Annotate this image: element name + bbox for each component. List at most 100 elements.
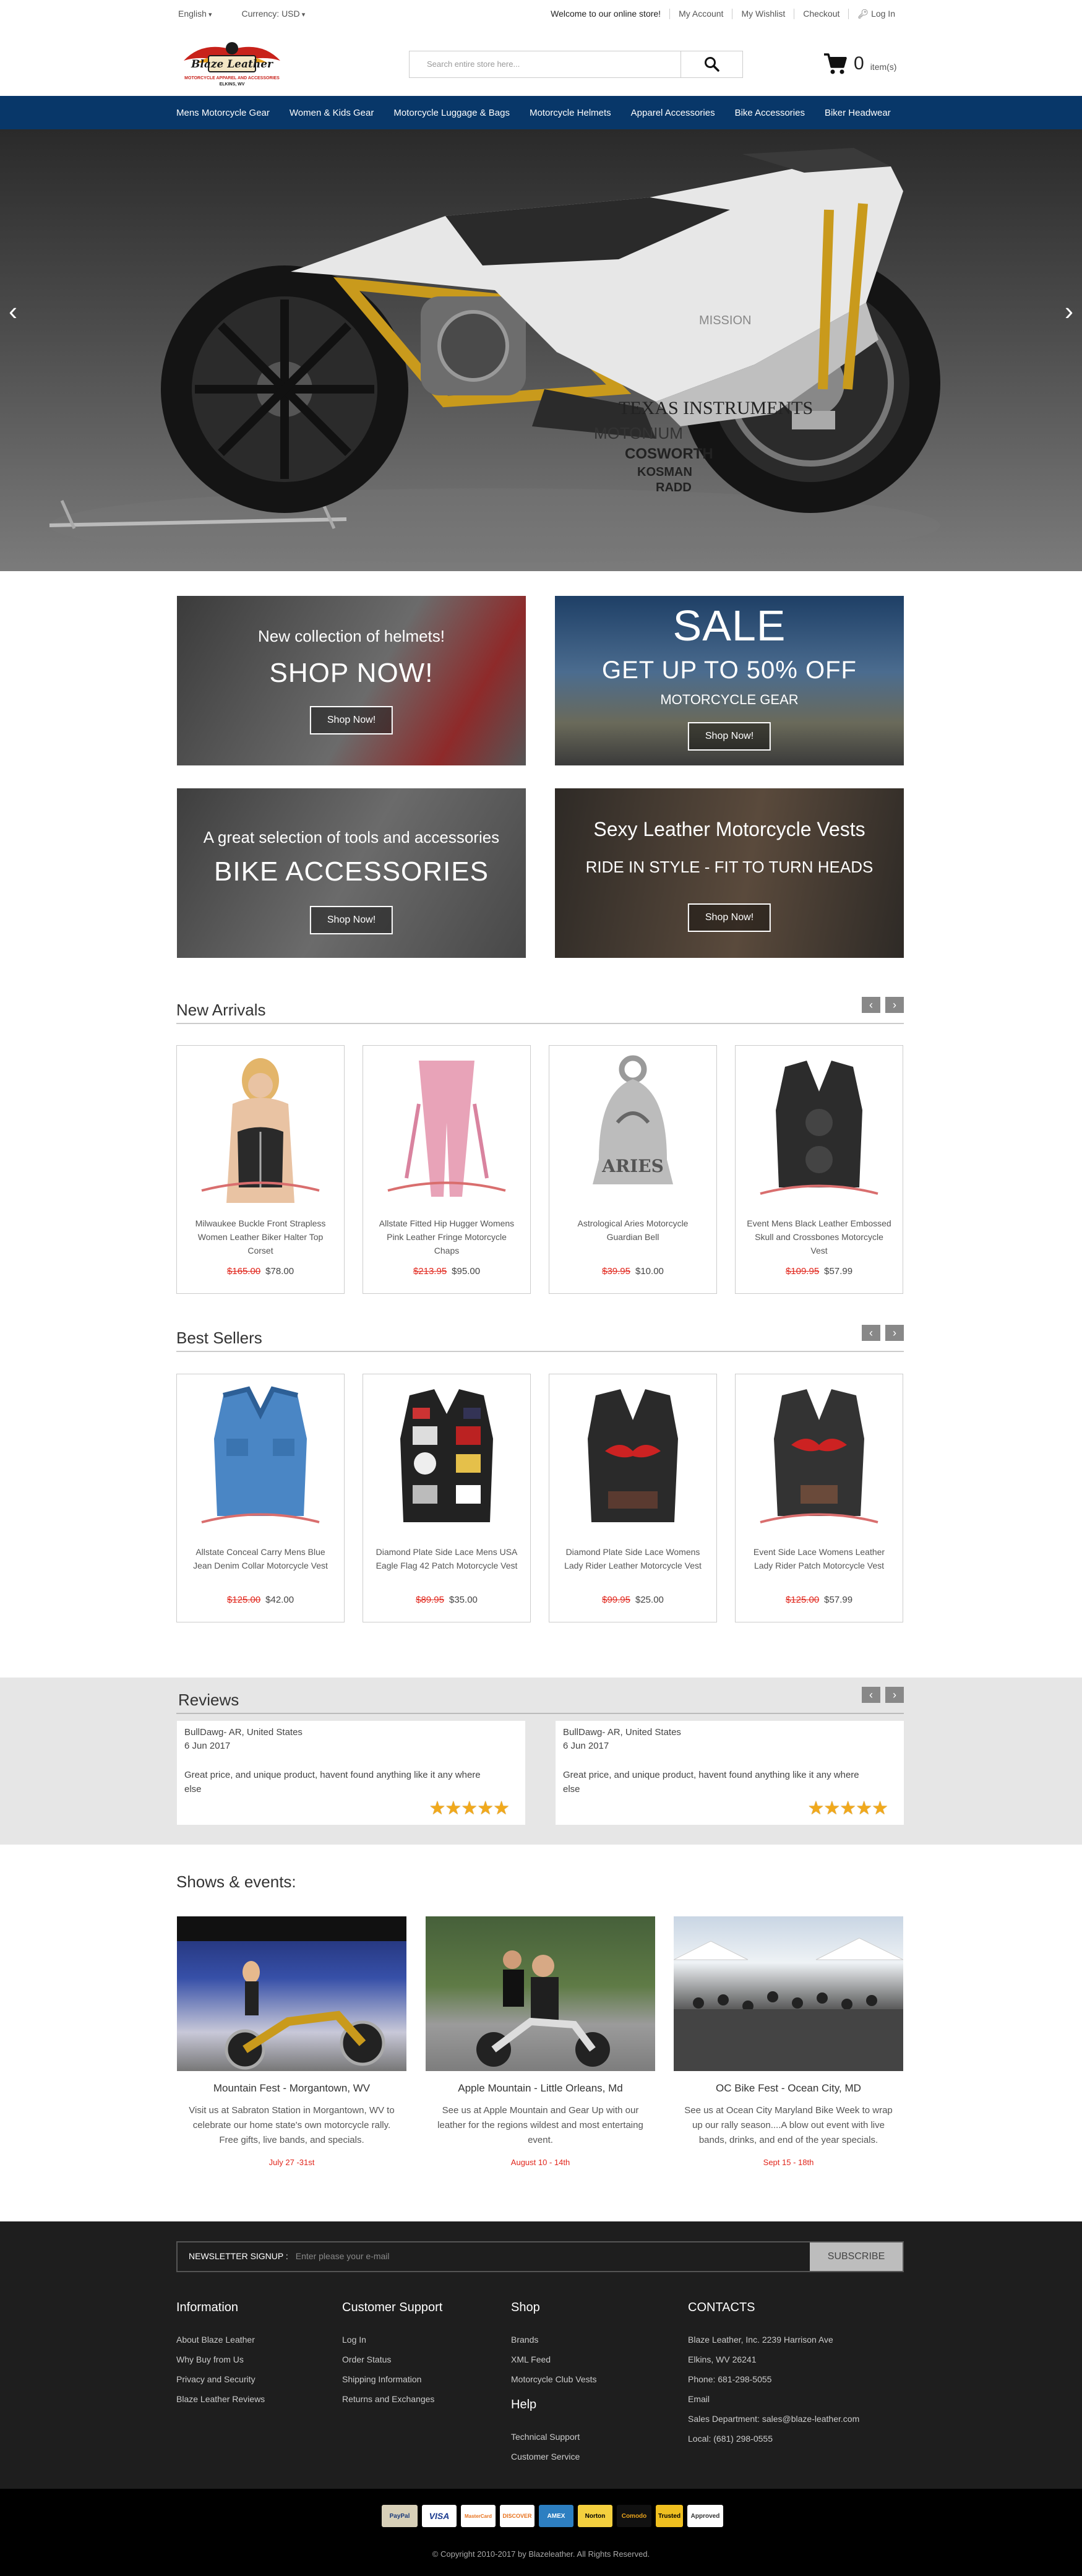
cart-icon xyxy=(824,53,847,74)
bell-text: ARIES xyxy=(601,1156,664,1176)
product-name[interactable]: Allstate Fitted Hip Hugger Womens Pink L… xyxy=(373,1217,520,1257)
product-price: $99.95 $25.00 xyxy=(549,1595,716,1605)
product-image[interactable] xyxy=(376,1383,518,1531)
footer-link-returns[interactable]: Returns and Exchanges xyxy=(342,2389,442,2409)
product-image[interactable] xyxy=(189,1054,332,1203)
currency-selector[interactable]: Currency: USD xyxy=(242,9,306,19)
product-card[interactable]: ARIES Astrological Aries Motorcycle Guar… xyxy=(549,1045,717,1294)
product-old-price: $109.95 xyxy=(785,1266,820,1277)
product-image[interactable] xyxy=(562,1383,704,1531)
nav-mens-gear[interactable]: Mens Motorcycle Gear xyxy=(176,108,270,118)
subscribe-button[interactable]: SUBSCRIBE xyxy=(810,2242,903,2271)
product-old-price: $89.95 xyxy=(416,1595,444,1605)
product-image[interactable]: ARIES xyxy=(562,1054,704,1203)
nav-luggage-bags[interactable]: Motorcycle Luggage & Bags xyxy=(393,108,510,118)
search-button[interactable] xyxy=(681,51,742,77)
chevron-right-icon[interactable]: › xyxy=(885,997,904,1013)
event-photo[interactable] xyxy=(674,1916,903,2071)
nav-women-kids[interactable]: Women & Kids Gear xyxy=(290,108,374,118)
my-account-link[interactable]: My Account xyxy=(669,9,732,19)
footer-link-tech-support[interactable]: Technical Support xyxy=(511,2427,597,2447)
event-description: See us at Apple Mountain and Gear Up wit… xyxy=(437,2105,643,2145)
contact-sales-email[interactable]: Sales Department: sales@blaze-leather.co… xyxy=(688,2409,859,2429)
footer-contacts: CONTACTS Blaze Leather, Inc. 2239 Harris… xyxy=(688,2301,859,2449)
footer-link-about[interactable]: About Blaze Leather xyxy=(176,2330,265,2350)
nav-biker-headwear[interactable]: Biker Headwear xyxy=(825,108,891,118)
review-date: 6 Jun 2017 xyxy=(563,1741,609,1751)
footer-link-why-buy[interactable]: Why Buy from Us xyxy=(176,2350,265,2369)
language-selector[interactable]: English xyxy=(178,9,212,19)
product-new-price: $57.99 xyxy=(824,1595,853,1605)
product-card[interactable]: Allstate Fitted Hip Hugger Womens Pink L… xyxy=(363,1045,531,1294)
product-price: $125.00 $57.99 xyxy=(736,1595,903,1605)
product-card[interactable]: Allstate Conceal Carry Mens Blue Jean De… xyxy=(176,1374,345,1622)
checkout-link[interactable]: Checkout xyxy=(794,9,848,19)
site-logo[interactable]: Blaze Leather MOTORCYCLE APPAREL AND ACC… xyxy=(178,38,286,90)
event-photo[interactable] xyxy=(426,1916,655,2071)
chevron-right-icon[interactable]: › xyxy=(885,1325,904,1341)
cart-widget[interactable]: 0 item(s) xyxy=(823,52,896,75)
promo-helmets-button[interactable]: Shop Now! xyxy=(309,706,393,734)
product-card[interactable]: Event Mens Black Leather Embossed Skull … xyxy=(735,1045,903,1294)
chevron-right-icon[interactable]: › xyxy=(885,1687,904,1703)
promo-sale[interactable]: SALE GET UP TO 50% OFF MOTORCYCLE GEAR S… xyxy=(555,596,904,765)
promo-accessories-button[interactable]: Shop Now! xyxy=(309,906,393,934)
nav-apparel-accessories[interactable]: Apparel Accessories xyxy=(631,108,715,118)
event-description: See us at Ocean City Maryland Bike Week … xyxy=(684,2105,893,2145)
promo-helmets[interactable]: New collection of helmets! SHOP NOW! Sho… xyxy=(177,596,526,765)
footer-link-club-vests[interactable]: Motorcycle Club Vests xyxy=(511,2369,597,2389)
product-card[interactable]: Diamond Plate Side Lace Womens Lady Ride… xyxy=(549,1374,717,1622)
product-image[interactable] xyxy=(189,1383,332,1531)
promo-vests-button[interactable]: Shop Now! xyxy=(687,903,771,932)
product-name[interactable]: Event Mens Black Leather Embossed Skull … xyxy=(745,1217,893,1257)
product-name[interactable]: Astrological Aries Motorcycle Guardian B… xyxy=(559,1217,706,1244)
footer-link-brands[interactable]: Brands xyxy=(511,2330,597,2350)
product-image[interactable] xyxy=(748,1054,890,1203)
logo-text: Blaze Leather xyxy=(191,58,273,71)
footer-link-shipping[interactable]: Shipping Information xyxy=(342,2369,442,2389)
nav-bike-accessories[interactable]: Bike Accessories xyxy=(735,108,805,118)
search-input[interactable]: Search entire store here... xyxy=(410,51,681,77)
product-name[interactable]: Allstate Conceal Carry Mens Blue Jean De… xyxy=(187,1545,334,1572)
product-new-price: $42.00 xyxy=(265,1595,294,1605)
chevron-left-icon[interactable]: ‹ xyxy=(862,1325,880,1341)
footer-link-login[interactable]: Log In xyxy=(342,2330,442,2350)
product-name[interactable]: Milwaukee Buckle Front Strapless Women L… xyxy=(187,1217,334,1257)
footer-link-reviews[interactable]: Blaze Leather Reviews xyxy=(176,2389,265,2409)
product-name[interactable]: Event Side Lace Womens Leather Lady Ride… xyxy=(745,1545,893,1572)
star-rating-icon: ★★★★★ xyxy=(429,1798,510,1819)
footer-link-order-status[interactable]: Order Status xyxy=(342,2350,442,2369)
copyright: © Copyright 2010-2017 by Blazeleather. A… xyxy=(432,2549,650,2559)
star-rating-icon: ★★★★★ xyxy=(807,1798,888,1819)
footer-link-privacy[interactable]: Privacy and Security xyxy=(176,2369,265,2389)
footer: NEWSLETTER SIGNUP : Enter please your e-… xyxy=(0,2221,1082,2489)
login-link[interactable]: 🔑︎ Log In xyxy=(848,9,904,19)
product-card[interactable]: Event Side Lace Womens Leather Lady Ride… xyxy=(735,1374,903,1622)
hero-next-arrow-icon[interactable]: › xyxy=(1065,296,1073,326)
event-photo[interactable] xyxy=(177,1916,406,2071)
my-wishlist-link[interactable]: My Wishlist xyxy=(732,9,794,19)
product-name[interactable]: Diamond Plate Side Lace Mens USA Eagle F… xyxy=(373,1545,520,1572)
product-name[interactable]: Diamond Plate Side Lace Womens Lady Ride… xyxy=(559,1545,706,1572)
footer-link-xml-feed[interactable]: XML Feed xyxy=(511,2350,597,2369)
footer-link-customer-service[interactable]: Customer Service xyxy=(511,2447,597,2466)
product-card[interactable]: Milwaukee Buckle Front Strapless Women L… xyxy=(176,1045,345,1294)
product-price: $165.00 $78.00 xyxy=(177,1266,344,1277)
promo-sale-button[interactable]: Shop Now! xyxy=(687,722,771,751)
newsletter-email-input[interactable]: Enter please your e-mail xyxy=(293,2242,810,2271)
promo-vests[interactable]: Sexy Leather Motorcycle Vests RIDE IN ST… xyxy=(555,788,904,958)
hero-brand-mission: MISSION xyxy=(699,314,751,327)
review-card: BullDawg- AR, United States 6 Jun 2017 G… xyxy=(177,1721,525,1825)
product-image[interactable] xyxy=(376,1054,518,1203)
best-sellers-title: Best Sellers xyxy=(176,1329,262,1347)
hero-prev-arrow-icon[interactable]: ‹ xyxy=(9,296,17,326)
product-image[interactable] xyxy=(748,1383,890,1531)
nav-helmets[interactable]: Motorcycle Helmets xyxy=(530,108,611,118)
promo-bike-accessories[interactable]: A great selection of tools and accessori… xyxy=(177,788,526,958)
best-sellers-header: Best Sellers ‹ › xyxy=(176,1325,904,1352)
chevron-left-icon[interactable]: ‹ xyxy=(862,1687,880,1703)
chevron-left-icon[interactable]: ‹ xyxy=(862,997,880,1013)
product-card[interactable]: Diamond Plate Side Lace Mens USA Eagle F… xyxy=(363,1374,531,1622)
product-old-price: $125.00 xyxy=(226,1595,261,1605)
review-author: BullDawg- AR, United States xyxy=(184,1727,303,1738)
